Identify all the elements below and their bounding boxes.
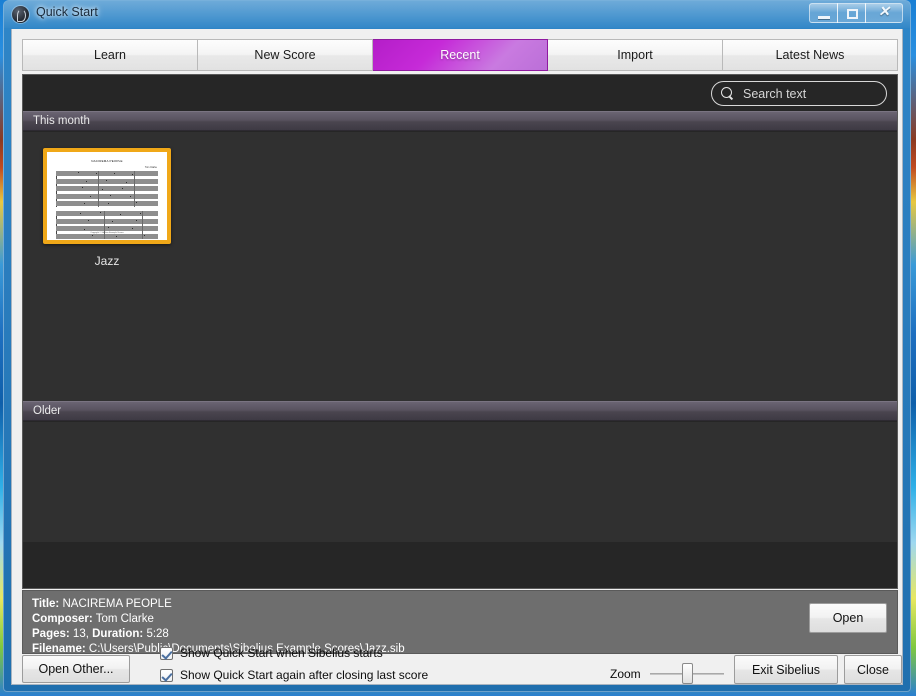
- zoom-label: Zoom: [610, 667, 641, 681]
- checkbox-show-after-closing[interactable]: Show Quick Start again after closing las…: [160, 668, 428, 682]
- zoom-slider-handle[interactable]: [681, 663, 693, 684]
- checkbox-show-on-start[interactable]: Show Quick Start when Sibelius starts: [160, 646, 383, 660]
- search-row: Search text: [23, 75, 897, 111]
- client-area: Learn New Score Recent Import Latest New…: [11, 29, 903, 685]
- quick-start-window: Quick Start ✕ Learn New Score Recent Imp…: [3, 0, 911, 692]
- thumbnail-footer: Copyright © Sibelius Example Scores: [90, 232, 124, 234]
- score-system-2: [56, 211, 158, 240]
- zoom-control: Zoom: [610, 663, 724, 684]
- score-page: NACIREMA PEOPLE Tom Clarke Copyright © S…: [49, 154, 165, 240]
- close-icon: ✕: [878, 5, 890, 20]
- tab-recent[interactable]: Recent: [373, 39, 548, 71]
- checkbox-show-on-start-box[interactable]: [160, 646, 173, 660]
- metadata-title-label: Title:: [32, 598, 60, 610]
- score-thumbnail[interactable]: NACIREMA PEOPLE Tom Clarke Copyright © S…: [43, 148, 171, 244]
- metadata-duration-label: Duration:: [92, 628, 144, 640]
- title-bar: Quick Start ✕: [3, 0, 911, 29]
- score-grid-older: [23, 422, 897, 542]
- window-title: Quick Start: [36, 5, 98, 19]
- tab-learn[interactable]: Learn: [22, 39, 198, 71]
- minimize-icon: [818, 16, 830, 19]
- tab-new-score[interactable]: New Score: [198, 39, 373, 71]
- score-grid-this-month: NACIREMA PEOPLE Tom Clarke Copyright © S…: [23, 132, 897, 401]
- minimize-button[interactable]: [809, 3, 838, 23]
- metadata-composer-label: Composer:: [32, 613, 93, 625]
- metadata-filename-label: Filename:: [32, 643, 86, 655]
- metadata-composer-value: Tom Clarke: [95, 613, 154, 625]
- thumbnail-score-title: NACIREMA PEOPLE: [91, 159, 123, 163]
- metadata-title-row: Title: NACIREMA PEOPLE: [32, 597, 405, 612]
- tab-latest-news[interactable]: Latest News: [723, 39, 898, 71]
- checkbox-show-after-closing-label: Show Quick Start again after closing las…: [180, 668, 429, 682]
- score-item-jazz[interactable]: NACIREMA PEOPLE Tom Clarke Copyright © S…: [37, 148, 177, 268]
- metadata-title-value: NACIREMA PEOPLE: [62, 598, 172, 610]
- score-system-1: [56, 171, 158, 209]
- section-header-older: Older: [23, 401, 897, 421]
- metadata-pages-duration-row: Pages: 13, Duration: 5:28: [32, 627, 405, 642]
- close-window-button[interactable]: ✕: [865, 3, 903, 23]
- maximize-icon: [847, 9, 858, 19]
- section-header-this-month: This month: [23, 111, 897, 131]
- section-title-older: Older: [33, 405, 62, 417]
- open-other-button[interactable]: Open Other...: [22, 655, 130, 683]
- score-info-panel: Title: NACIREMA PEOPLE Composer: Tom Cla…: [22, 590, 898, 655]
- search-icon: [721, 87, 734, 100]
- recent-scores-panel: Search text This month NACIREMA PEOPLE T…: [22, 74, 898, 589]
- score-system-3: [56, 243, 158, 244]
- maximize-button[interactable]: [837, 3, 866, 23]
- open-button[interactable]: Open: [809, 603, 887, 633]
- metadata-duration-value: 5:28: [146, 628, 169, 640]
- tab-import[interactable]: Import: [548, 39, 723, 71]
- section-title-this-month: This month: [33, 115, 90, 127]
- search-input[interactable]: Search text: [711, 81, 887, 106]
- bottom-bar: Open Other... Show Quick Start when Sibe…: [12, 646, 902, 684]
- score-label: Jazz: [94, 254, 120, 268]
- sibelius-logo-icon: [12, 6, 29, 23]
- search-placeholder: Search text: [743, 86, 807, 101]
- checkbox-show-on-start-label: Show Quick Start when Sibelius starts: [180, 646, 383, 660]
- exit-sibelius-button[interactable]: Exit Sibelius: [734, 655, 838, 684]
- close-button[interactable]: Close: [844, 655, 902, 684]
- metadata-composer-row: Composer: Tom Clarke: [32, 612, 405, 627]
- zoom-slider[interactable]: [649, 663, 724, 684]
- checkbox-show-after-closing-box[interactable]: [160, 668, 173, 682]
- tab-bar: Learn New Score Recent Import Latest New…: [22, 39, 898, 71]
- metadata-pages-label: Pages:: [32, 628, 70, 640]
- metadata-pages-value: 13,: [72, 628, 89, 640]
- thumbnail-score-composer: Tom Clarke: [144, 166, 157, 169]
